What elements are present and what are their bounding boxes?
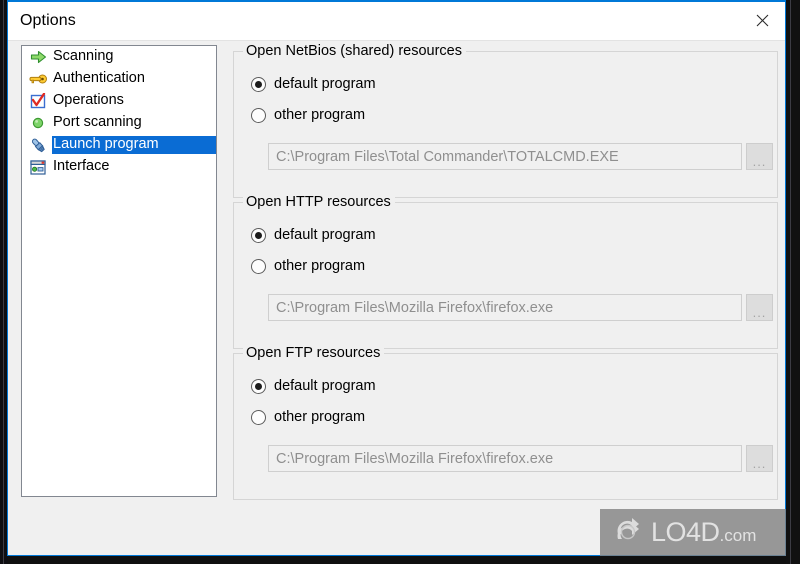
group-http: Open HTTP resources [233, 194, 778, 349]
window-title: Options [20, 12, 76, 29]
radio-indicator [251, 258, 266, 274]
sidebar-item-label: Scanning [53, 48, 114, 65]
sidebar-item-authentication[interactable]: Authentication [22, 68, 216, 90]
radio-indicator [251, 227, 266, 243]
radio-label: other program [274, 409, 366, 425]
sidebar-item-interface[interactable]: Interface [22, 156, 216, 178]
circular-arrows-icon [612, 515, 646, 550]
green-arrow-icon [27, 48, 49, 66]
sidebar-item-launch-program[interactable]: Launch program [22, 134, 216, 156]
ftp-default-program-radio[interactable]: default program [251, 378, 376, 394]
radio-label: default program [274, 76, 376, 92]
lo4d-watermark: LO4D.com [600, 509, 786, 556]
close-icon [756, 14, 768, 27]
dialog-client-area: Scanning Authentication Operations Port … [8, 41, 786, 556]
group-ftp-legend: Open FTP resources [243, 345, 385, 361]
netbios-program-path-input[interactable]: C:\Program Files\Total Commander\TOTALCM… [268, 143, 742, 170]
watermark-brand: LO4D [651, 517, 720, 547]
http-program-path-input[interactable]: C:\Program Files\Mozilla Firefox\firefox… [268, 294, 742, 321]
http-browse-button[interactable]: ... [746, 294, 773, 321]
interface-panel-icon [27, 158, 49, 176]
group-ftp: Open FTP resources [233, 345, 778, 500]
radio-label: other program [274, 107, 366, 123]
group-http-legend: Open HTTP resources [243, 194, 395, 210]
radio-label: other program [274, 258, 366, 274]
group-netbios-legend: Open NetBios (shared) resources [243, 43, 466, 59]
radio-label: default program [274, 378, 376, 394]
red-checkmark-icon [27, 92, 49, 110]
sidebar-item-label: Authentication [53, 70, 145, 87]
watermark-text: LO4D.com [651, 519, 756, 546]
sidebar-item-operations[interactable]: Operations [22, 90, 216, 112]
ftp-other-program-radio[interactable]: other program [251, 409, 365, 425]
backdrop-edge-line-left [3, 0, 4, 564]
title-bar: Options [8, 2, 785, 41]
http-other-program-radio[interactable]: other program [251, 258, 365, 274]
sidebar-item-label: Launch program [52, 136, 216, 154]
browse-ellipsis-label: ... [752, 456, 767, 471]
backdrop-edge-line-right [790, 0, 791, 564]
netbios-other-program-radio[interactable]: other program [251, 107, 365, 123]
sidebar-item-label: Operations [53, 92, 124, 109]
sidebar-item-port-scanning[interactable]: Port scanning [22, 112, 216, 134]
sidebar-item-label: Interface [53, 158, 110, 175]
blue-rocket-icon [27, 136, 49, 154]
radio-indicator [251, 378, 266, 394]
gold-key-icon [27, 70, 49, 88]
radio-label: default program [274, 227, 376, 243]
group-netbios: Open NetBios (shared) resources [233, 43, 778, 198]
close-button[interactable] [739, 2, 785, 39]
settings-category-list[interactable]: Scanning Authentication Operations Port … [21, 45, 217, 497]
sidebar-item-label: Port scanning [53, 114, 142, 131]
radio-indicator [251, 409, 266, 425]
radio-indicator [251, 76, 266, 92]
options-dialog-window: Options Scanning Authentication Operatio… [7, 0, 786, 556]
watermark-suffix: .com [719, 526, 757, 545]
netbios-browse-button[interactable]: ... [746, 143, 773, 170]
backdrop-right [786, 0, 800, 564]
radio-indicator [251, 107, 266, 123]
green-circle-icon [27, 114, 49, 132]
ftp-program-path-input[interactable]: C:\Program Files\Mozilla Firefox\firefox… [268, 445, 742, 472]
browse-ellipsis-label: ... [752, 154, 767, 169]
http-default-program-radio[interactable]: default program [251, 227, 376, 243]
browse-ellipsis-label: ... [752, 305, 767, 320]
ftp-browse-button[interactable]: ... [746, 445, 773, 472]
sidebar-item-scanning[interactable]: Scanning [22, 46, 216, 68]
netbios-default-program-radio[interactable]: default program [251, 76, 376, 92]
